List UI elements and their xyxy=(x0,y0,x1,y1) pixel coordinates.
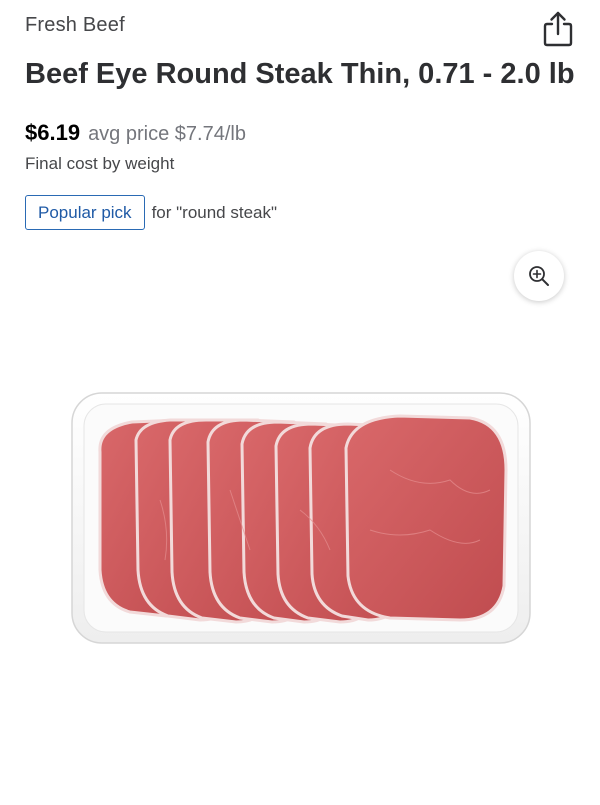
product-title: Beef Eye Round Steak Thin, 0.71 - 2.0 lb xyxy=(25,58,575,90)
share-button[interactable] xyxy=(538,8,578,50)
share-icon xyxy=(543,11,573,47)
popular-pick-badge: Popular pick xyxy=(25,195,145,230)
product-image[interactable] xyxy=(70,390,532,646)
badge-context-text: for "round steak" xyxy=(151,202,278,222)
final-cost-note: Final cost by weight xyxy=(25,154,175,173)
zoom-button[interactable] xyxy=(514,251,564,301)
price-row: $6.19 avg price $7.74/lb xyxy=(25,120,246,146)
avg-price: avg price $7.74/lb xyxy=(88,123,246,145)
category-label: Fresh Beef xyxy=(25,14,125,36)
popular-pick-row: Popular pick for "round steak" xyxy=(25,195,277,230)
zoom-in-icon xyxy=(529,266,549,286)
product-price: $6.19 xyxy=(25,120,81,145)
